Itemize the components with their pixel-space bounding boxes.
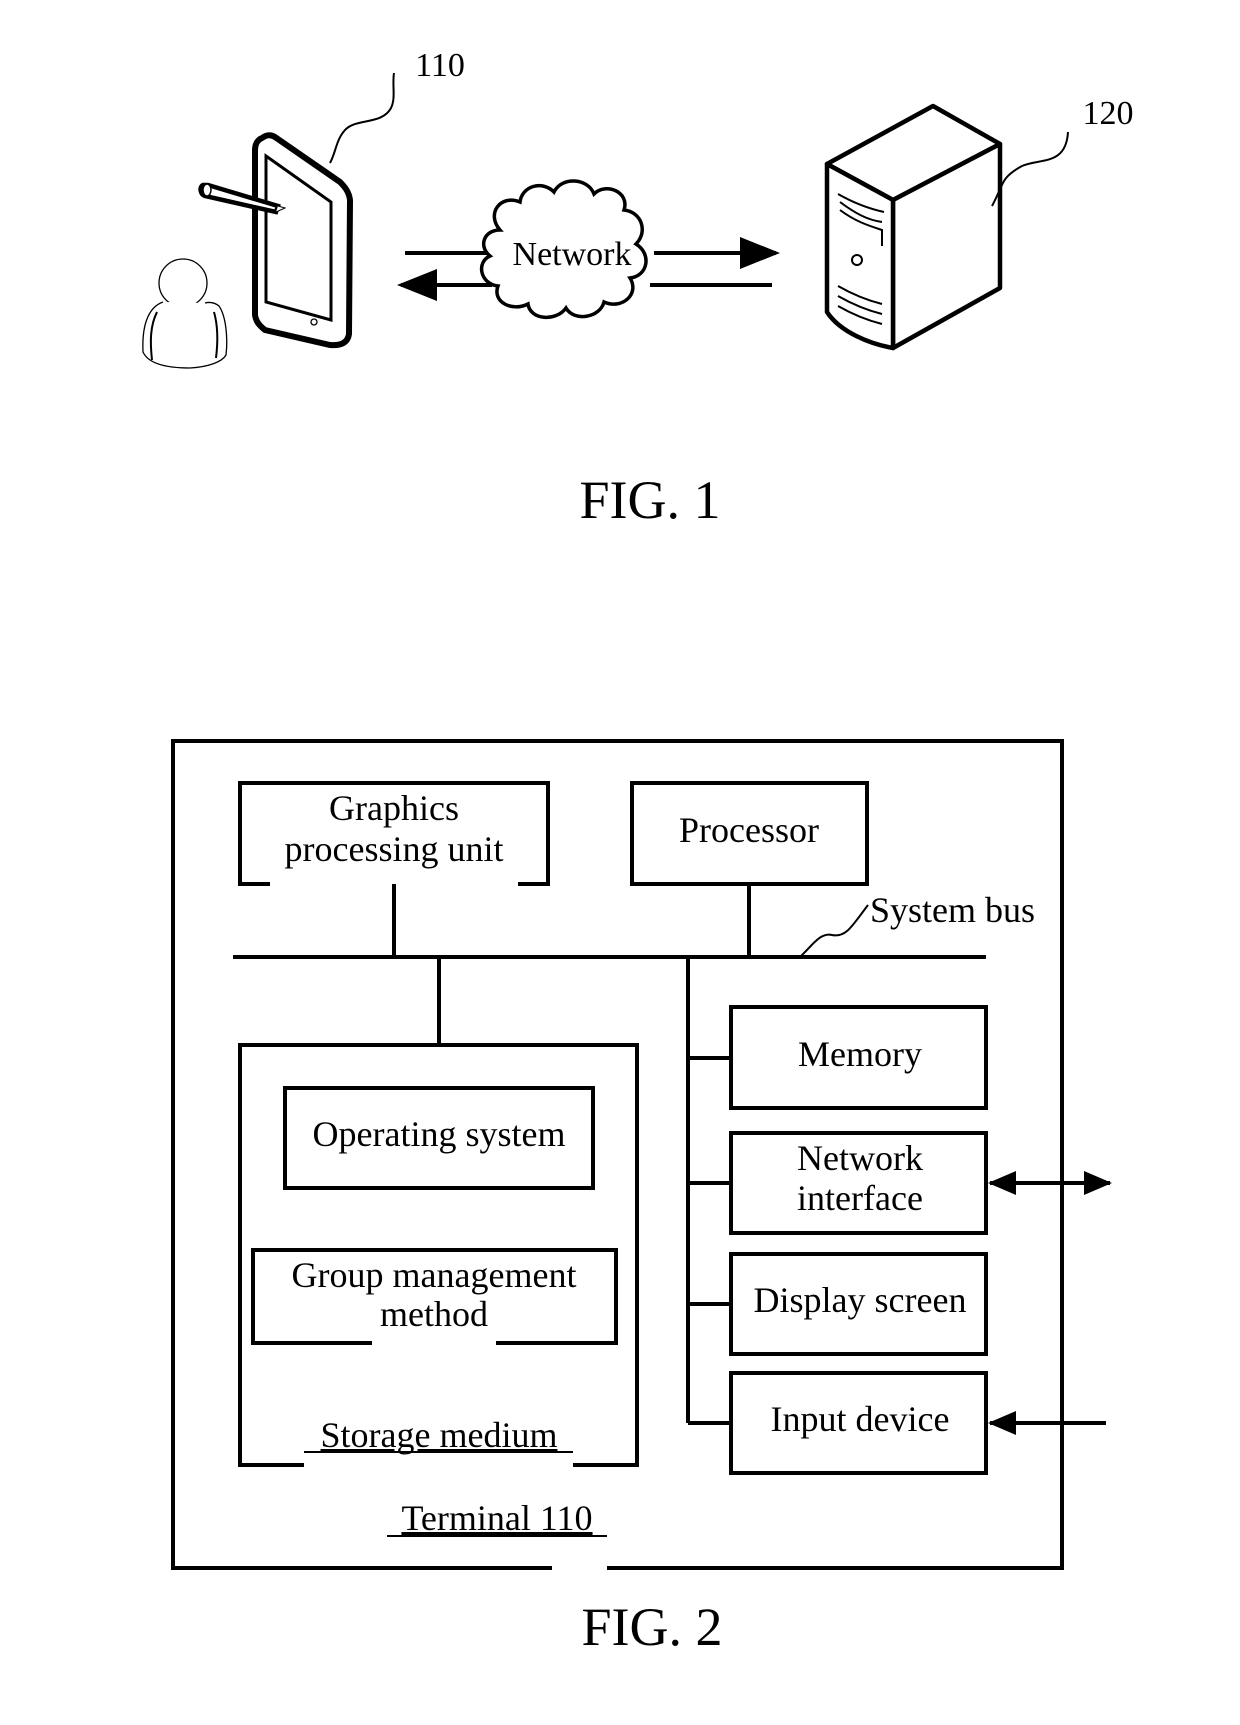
operating-system-label: Operating system [313, 1114, 566, 1154]
group-method-label-line1: Group management [292, 1255, 577, 1295]
tablet-icon [198, 72, 395, 349]
storage-medium-label: Storage medium [321, 1415, 558, 1455]
fig2: Terminal 110 Graphics processing unit Pr… [171, 739, 1112, 1657]
network-interface-label-line1: Network [797, 1138, 923, 1178]
network-interface-label-line2: interface [797, 1178, 923, 1218]
gpu-label-line1: Graphics [329, 788, 459, 828]
display-screen-label: Display screen [754, 1280, 967, 1320]
fig1-caption: FIG. 1 [579, 470, 720, 530]
fig1: 110 Network 120 FIG. 1 [142, 47, 1134, 530]
terminal-container-label: Terminal 110 [401, 1498, 592, 1538]
ref-label-120: 120 [1083, 95, 1134, 132]
system-bus-leader [799, 904, 869, 958]
processor-label: Processor [679, 810, 819, 850]
fig2-caption: FIG. 2 [581, 1597, 722, 1657]
input-device-label: Input device [771, 1399, 950, 1439]
ref-leader-120 [991, 131, 1069, 207]
server-icon [824, 103, 1069, 351]
patent-figures: 110 Network 120 FIG. 1 Terminal 110 Grap… [142, 47, 1134, 1657]
network-label: Network [513, 236, 632, 273]
ref-leader-110 [329, 72, 395, 164]
user-icon [142, 258, 228, 369]
system-bus-label: System bus [870, 890, 1035, 930]
group-method-label-line2: method [380, 1294, 488, 1334]
memory-label: Memory [798, 1034, 922, 1074]
ref-label-110: 110 [415, 47, 465, 84]
gpu-label-line2: processing unit [285, 829, 504, 869]
